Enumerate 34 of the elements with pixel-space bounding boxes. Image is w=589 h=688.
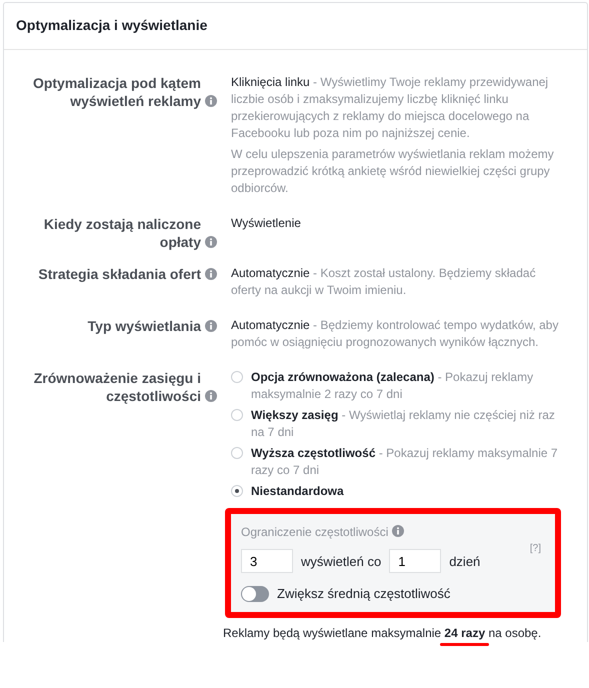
info-icon[interactable] [205,268,217,280]
toggle-label: Zwiększ średnią częstotliwość [277,585,450,602]
option-label: Opcja zrównoważona (zalecana) - Pokazuj reklamy maksymalnie 2 razy co 7 dni [251,369,534,403]
radio-button[interactable] [231,409,243,421]
field-label: Strategia składania ofert [38,265,201,283]
field-label: Zrównoważenie zasięgu i częstotliwości [32,369,201,405]
radio-button[interactable] [231,371,243,383]
option-label: Niestandardowa [251,483,344,500]
field-label: Typ wyświetlania [88,317,201,335]
info-icon[interactable] [205,390,217,402]
toggle-switch[interactable] [241,586,269,602]
info-icon[interactable] [205,95,217,107]
field-value: W celu ulepszenia parametrów wyświetlania reklam możemy przeprowadzić krótką ankietę wśród niewielkiej części grupy odbiorców. [231,146,555,197]
field-label: Optymalizacja pod kątem wyświetleń reklamy [32,74,201,110]
summary-text: Reklamy będą wyświetlane maksymalnie 24 razy na osobę. [223,625,542,642]
field-value: Kliknięcia linku - Wyświetlimy Twoje reklamy przewidywanej liczbie osób i zmaksymalizujemy liczbę kliknięć linku przekierowujących z reklamy do miejsca docelowego na Facebooku lub poza nim po najniższej cenie. [231,74,550,142]
underline-mark [440,643,490,646]
field-label: Kiedy zostają naliczone opłaty [42,215,201,251]
option-label: Większy zasięg - Wyświetlaj reklamy nie częściej niż raz na 7 dni [251,407,556,441]
info-icon[interactable] [392,525,404,537]
field-value: Automatycznie - Będziemy kontrolować tempo wydatków, aby pomóc w osiągnięciu prognozowanych wyników łącznych. [231,317,560,351]
radio-button[interactable] [231,485,243,497]
radio-button[interactable] [231,447,243,459]
unit-label: wyświetleń co [301,552,382,570]
info-icon[interactable] [205,320,217,332]
impressions-field[interactable]: 3 [241,549,293,573]
field-value: Automatycznie - Koszt został ustalony. Będziemy składać oferty na aukcji w Twoim imieniu. [231,265,537,299]
section-title: Optymalizacja i wyświetlanie [16,17,208,33]
field-value: Wyświetlenie [231,215,302,232]
option-label: Wyższa częstotliwość - Pokazuj reklamy maksymalnie 7 razy co 7 dni [251,445,559,479]
info-icon[interactable] [205,236,217,248]
unit-label: dzień [449,552,480,570]
panel-title: Ograniczenie częstotliwości [241,524,388,541]
days-field[interactable]: 1 [389,549,442,573]
